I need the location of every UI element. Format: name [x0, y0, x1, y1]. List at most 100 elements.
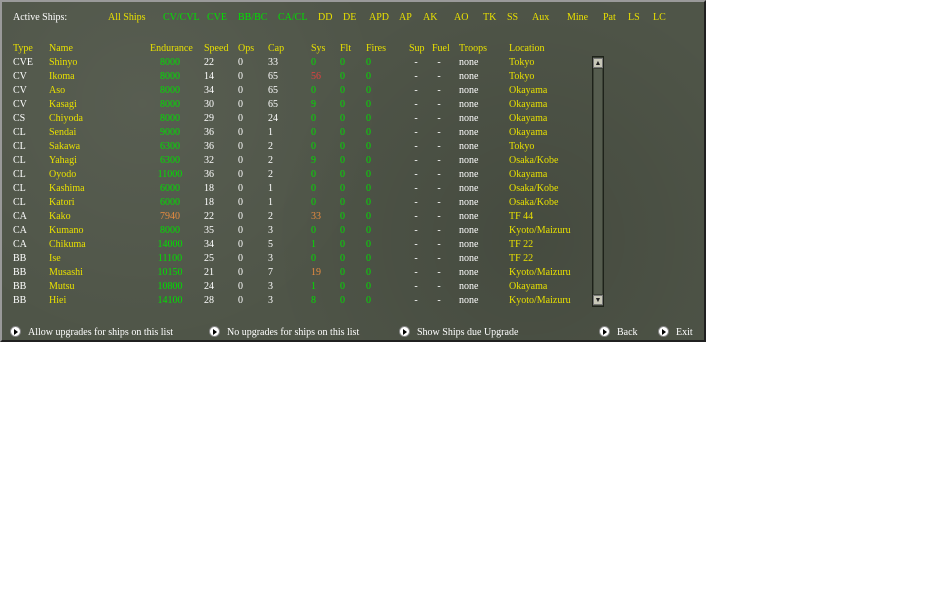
cell-sup: - — [414, 71, 418, 82]
filter-mine[interactable]: Mine — [567, 12, 588, 23]
cell-ops: 0 — [238, 211, 243, 222]
cell-sys: 8 — [311, 295, 316, 306]
filter-lc[interactable]: LC — [653, 12, 666, 23]
filter-de[interactable]: DE — [343, 12, 356, 23]
cell-sup: - — [414, 197, 418, 208]
column-header-flt[interactable]: Flt — [340, 43, 351, 54]
cell-cap: 2 — [268, 211, 273, 222]
cell-name[interactable]: Hiei — [49, 295, 66, 306]
filter-ao[interactable]: AO — [454, 12, 468, 23]
cell-name[interactable]: Chiyoda — [49, 113, 83, 124]
column-header-endurance[interactable]: Endurance — [150, 43, 193, 54]
vertical-scrollbar[interactable]: ▲ ▼ — [592, 56, 604, 307]
cell-location: Okayama — [509, 113, 548, 124]
column-header-troops[interactable]: Troops — [459, 43, 487, 54]
cell-fuel: - — [437, 127, 441, 138]
column-header-sys[interactable]: Sys — [311, 43, 325, 54]
cell-type: CL — [13, 141, 26, 152]
filter-dd[interactable]: DD — [318, 12, 332, 23]
column-header-ops[interactable]: Ops — [238, 43, 254, 54]
column-header-name[interactable]: Name — [49, 43, 73, 54]
allow-upgrades-label: Allow upgrades for ships on this list — [28, 327, 173, 338]
cell-sys: 0 — [311, 253, 316, 264]
cell-fires: 0 — [366, 85, 371, 96]
column-header-location[interactable]: Location — [509, 43, 545, 54]
table-row[interactable]: CV Aso 8000 34 0 65 0 0 0 - - none Okayama — [2, 85, 592, 99]
cell-name[interactable]: Ikoma — [49, 71, 75, 82]
table-row[interactable]: CL Sendai 9000 36 0 1 0 0 0 - - none Okayama — [2, 127, 592, 141]
table-row[interactable]: CL Yahagi 6300 32 0 2 9 0 0 - - none Osaka/Kobe — [2, 155, 592, 169]
cell-name[interactable]: Sakawa — [49, 141, 80, 152]
table-row[interactable]: CA Chikuma 14000 34 0 5 1 0 0- - none TF 22 — [2, 239, 592, 253]
cell-cap: 1 — [268, 183, 273, 194]
scroll-down-button[interactable]: ▼ — [593, 295, 603, 305]
cell-name[interactable]: Ise — [49, 253, 61, 264]
cell-name[interactable]: Aso — [49, 85, 65, 96]
cell-fuel: - — [437, 183, 441, 194]
cell-troops: none — [459, 141, 479, 152]
cell-name[interactable]: Kashima — [49, 183, 85, 194]
cell-sys: 0 — [311, 197, 316, 208]
column-header-type[interactable]: Type — [13, 43, 33, 54]
cell-sys: 19 — [311, 267, 321, 278]
column-header-speed[interactable]: Speed — [204, 43, 228, 54]
cell-speed: 32 — [204, 155, 214, 166]
column-header-fuel[interactable]: Fuel — [432, 43, 450, 54]
filter-all-ships[interactable]: All Ships — [108, 12, 146, 23]
cell-fuel: - — [437, 113, 441, 124]
column-header-sup[interactable]: Sup — [409, 43, 425, 54]
table-row[interactable]: CV Kasagi 8000 30 0 65 9 0 0 - - none Okayama — [2, 99, 592, 113]
filter-cv-cvl[interactable]: CV/CVL — [163, 12, 200, 23]
cell-cap: 3 — [268, 225, 273, 236]
cell-sys: 56 — [311, 71, 321, 82]
cell-name[interactable]: Katori — [49, 197, 75, 208]
table-row[interactable]: CA Kumano 8000 35 0 3 0 0 0 - - none Kyoto/Maizuru — [2, 225, 592, 239]
table-row[interactable]: CA Kako 7940 22 0 2 33 0 0 - - none TF 44 — [2, 211, 592, 225]
table-row[interactable]: CL Oyodo 11000 36 0 2 0 0 0 - - none Okayama — [2, 169, 592, 183]
cell-name[interactable]: Sendai — [49, 127, 76, 138]
cell-name[interactable]: Kumano — [49, 225, 83, 236]
column-header-cap[interactable]: Cap — [268, 43, 284, 54]
scroll-track[interactable] — [594, 69, 602, 294]
cell-name[interactable]: Shinyo — [49, 57, 77, 68]
filter-pat[interactable]: Pat — [603, 12, 616, 23]
scroll-up-button[interactable]: ▲ — [593, 58, 603, 68]
filter-tk[interactable]: TK — [483, 12, 496, 23]
cell-name[interactable]: Kako — [49, 211, 71, 222]
filter-ca-cl[interactable]: CA/CL — [278, 12, 307, 23]
filter-ak[interactable]: AK — [423, 12, 437, 23]
table-row[interactable]: BB Hiei 14100 28 0 3 8 0 0 - - none Kyoto/Maizuru — [2, 295, 592, 309]
table-row[interactable]: CS Chiyoda 8000 29 0 24 0 0 0 - - none Okayama — [2, 113, 592, 127]
cell-speed: 34 — [204, 239, 214, 250]
cell-troops: none — [459, 99, 479, 110]
table-row[interactable]: BB Mutsu 10800 24 0 3 1 0 0 - - none Okayama — [2, 281, 592, 295]
cell-location: Tokyo — [509, 57, 535, 68]
cell-name[interactable]: Yahagi — [49, 155, 77, 166]
filter-apd[interactable]: APD — [369, 12, 389, 23]
cell-ops: 0 — [238, 183, 243, 194]
cell-name[interactable]: Kasagi — [49, 99, 77, 110]
cell-name[interactable]: Oyodo — [49, 169, 76, 180]
filter-bb-bc[interactable]: BB/BC — [238, 12, 267, 23]
cell-name[interactable]: Musashi — [49, 267, 83, 278]
cell-speed: 30 — [204, 99, 214, 110]
cell-type: BB — [13, 267, 27, 278]
table-row[interactable]: CVE Shinyo 8000 22 0 33 0 0 0 - - none Tokyo — [2, 57, 592, 71]
filter-aux[interactable]: Aux — [532, 12, 549, 23]
cell-endurance: 8000 — [160, 57, 180, 68]
cell-fires: 0 — [366, 99, 371, 110]
table-row[interactable]: CL Sakawa 6300 36 0 2 0 0 0 - - none Tokyo — [2, 141, 592, 155]
table-row[interactable]: CL Katori 6000 18 0 1 0 0 0 - - none Osaka/Kobe — [2, 197, 592, 211]
filter-ls[interactable]: LS — [628, 12, 640, 23]
cell-ops: 0 — [238, 113, 243, 124]
table-row[interactable]: BB Musashi 10150 21 0 7 19 0 0 - - none Kyoto/Maizur… — [2, 267, 592, 281]
filter-ap[interactable]: AP — [399, 12, 412, 23]
cell-name[interactable]: Mutsu — [49, 281, 75, 292]
filter-ss[interactable]: SS — [507, 12, 518, 23]
filter-cve[interactable]: CVE — [207, 12, 227, 23]
column-header-fires[interactable]: Fires — [366, 43, 386, 54]
cell-name[interactable]: Chikuma — [49, 239, 86, 250]
table-row[interactable]: BB Ise 11100 25 0 3 0 0 0 - - none TF 22 — [2, 253, 592, 267]
table-row[interactable]: CL Kashima 6000 18 0 1 0 0 0 - - none Osaka/Kobe — [2, 183, 592, 197]
table-row[interactable]: CV Ikoma 8000 14 0 65 56 0 0 - - none Tokyo — [2, 71, 592, 85]
